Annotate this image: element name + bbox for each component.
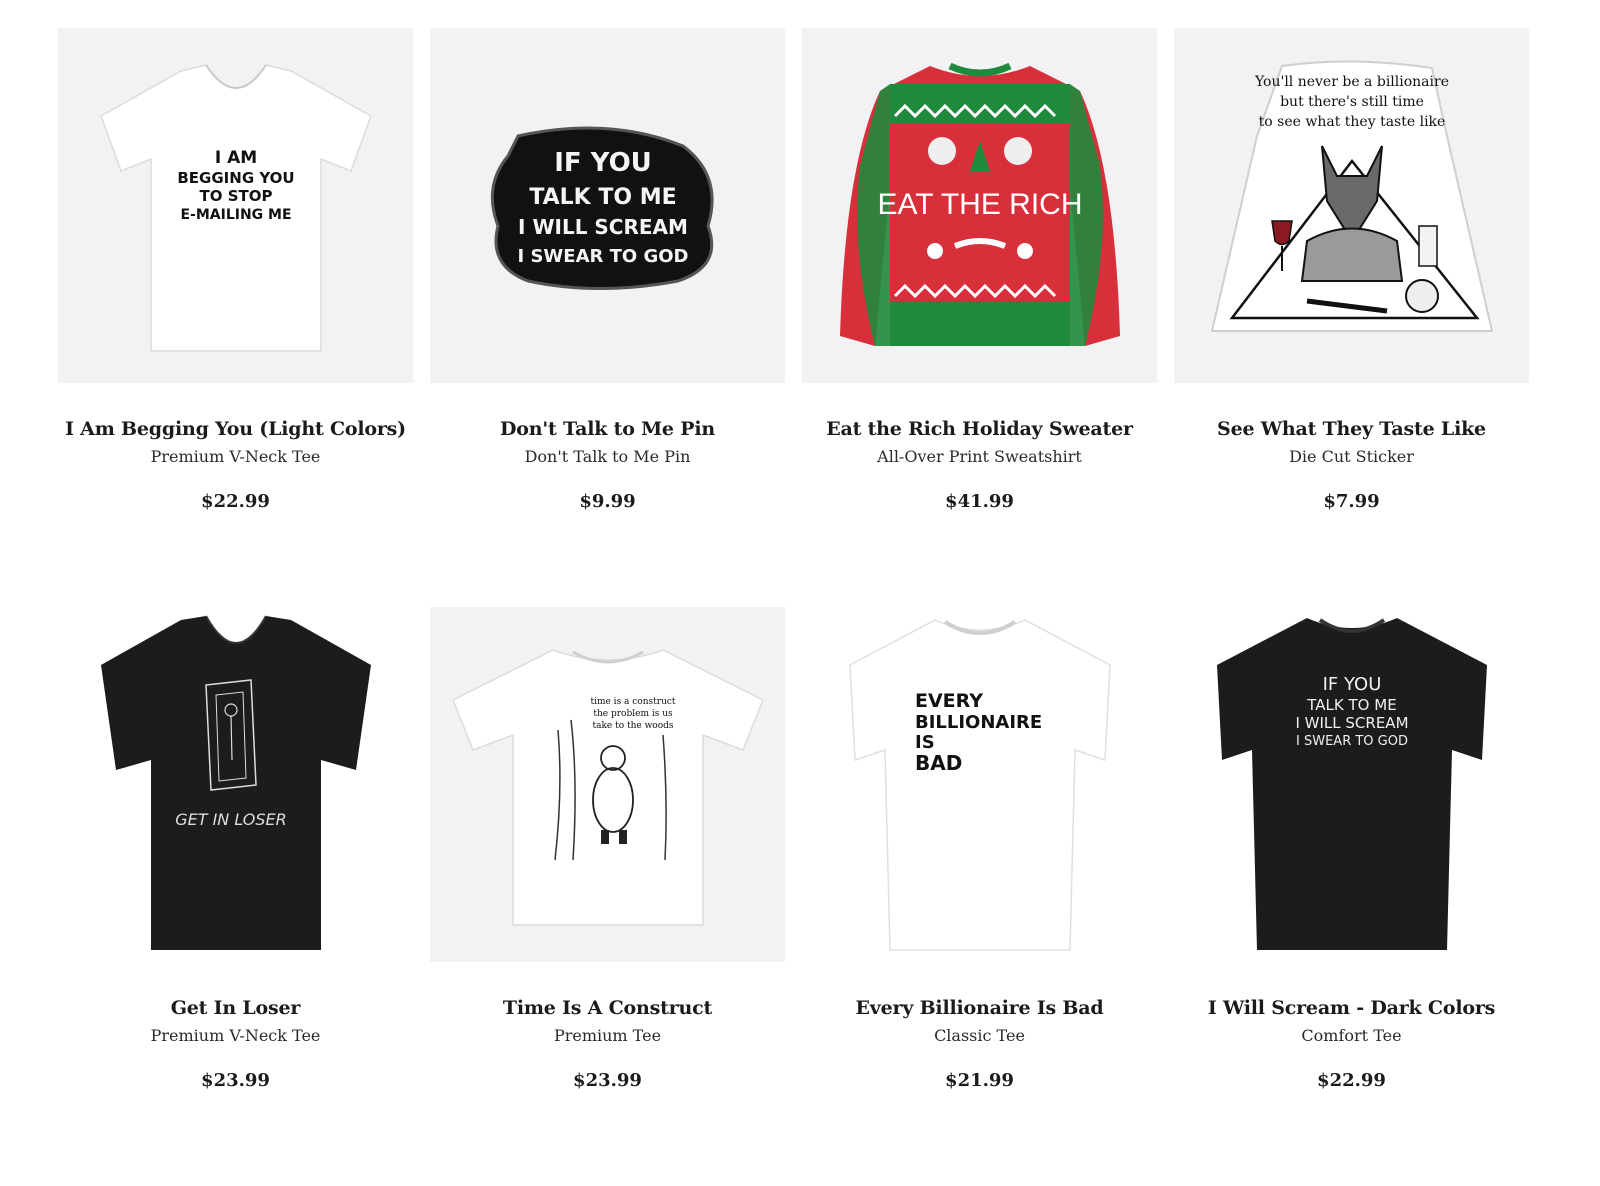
art-line: BAD <box>915 751 962 775</box>
art-line: GET IN LOSER <box>175 810 287 829</box>
art-line: BEGGING YOU <box>177 169 294 187</box>
wolf-sticker-icon: You'll never be a billionaire but there'… <box>1210 59 1493 332</box>
product-card[interactable]: IF YOU TALK TO ME I WILL SCREAM I SWEAR … <box>430 28 785 607</box>
black-tee-icon: IF YOU TALK TO ME I WILL SCREAM I SWEAR … <box>1216 617 1487 950</box>
art-line: I SWEAR TO GOD <box>517 246 688 267</box>
product-type: Comfort Tee <box>1301 1026 1402 1045</box>
art-line: TO STOP <box>199 187 272 205</box>
product-title[interactable]: Time Is A Construct <box>430 996 785 1020</box>
product-price: $22.99 <box>1317 1070 1386 1091</box>
product-type: All-Over Print Sweatshirt <box>877 447 1082 466</box>
art-line: I WILL SCREAM <box>518 215 688 239</box>
product-title[interactable]: I Will Scream - Dark Colors <box>1174 996 1529 1020</box>
product-card[interactable]: I AM BEGGING YOU TO STOP E-MAILING ME I … <box>58 28 413 607</box>
white-vneck-tee-icon: I AM BEGGING YOU TO STOP E-MAILING ME <box>99 63 372 352</box>
product-type: Die Cut Sticker <box>1289 447 1414 466</box>
art-line: IS <box>915 732 935 753</box>
product-card[interactable]: IF YOU TALK TO ME I WILL SCREAM I SWEAR … <box>1174 607 1529 1186</box>
art-line: TALK TO ME <box>1306 696 1396 714</box>
art-line: IF YOU <box>554 148 652 178</box>
art-line: IF YOU <box>1322 674 1381 695</box>
product-type: Premium V-Neck Tee <box>150 447 321 466</box>
product-image[interactable]: time is a construct the problem is us ta… <box>430 607 785 962</box>
white-tee-icon: time is a construct the problem is us ta… <box>451 648 764 926</box>
product-image[interactable]: GET IN LOSER <box>58 607 413 962</box>
product-image[interactable]: EAT THE RICH <box>802 28 1157 383</box>
black-vneck-tee-icon: GET IN LOSER <box>100 615 371 950</box>
art-line: TALK TO ME <box>529 185 676 210</box>
art-line: I AM <box>214 148 256 168</box>
product-title[interactable]: Every Billionaire Is Bad <box>802 996 1157 1020</box>
product-price: $21.99 <box>945 1070 1014 1091</box>
product-title[interactable]: Eat the Rich Holiday Sweater <box>802 417 1157 441</box>
product-image[interactable]: You'll never be a billionaire but there'… <box>1174 28 1529 383</box>
art-line: BILLIONAIRE <box>915 712 1042 733</box>
art-line: I WILL SCREAM <box>1295 714 1408 732</box>
product-title[interactable]: Get In Loser <box>58 996 413 1020</box>
product-type: Classic Tee <box>934 1026 1025 1045</box>
product-title[interactable]: See What They Taste Like <box>1174 417 1529 441</box>
product-price: $23.99 <box>573 1070 642 1091</box>
holiday-sweater-icon: EAT THE RICH <box>839 62 1120 346</box>
product-price: $23.99 <box>201 1070 270 1091</box>
product-price: $7.99 <box>1323 491 1380 512</box>
product-price: $9.99 <box>579 491 636 512</box>
product-type: Premium Tee <box>553 1026 662 1045</box>
art-line: EVERY <box>915 690 983 712</box>
product-price: $41.99 <box>945 491 1014 512</box>
product-grid: I AM BEGGING YOU TO STOP E-MAILING ME I … <box>58 28 1540 1186</box>
product-image[interactable]: I AM BEGGING YOU TO STOP E-MAILING ME <box>58 28 413 383</box>
product-title[interactable]: I Am Begging You (Light Colors) <box>58 417 413 441</box>
product-card[interactable]: GET IN LOSER Get In Loser Premium V-Neck… <box>58 607 413 1186</box>
product-image[interactable]: IF YOU TALK TO ME I WILL SCREAM I SWEAR … <box>1174 607 1529 962</box>
art-line: time is a construct <box>590 697 675 707</box>
white-tee-icon: EVERY BILLIONAIRE IS BAD <box>848 618 1111 951</box>
product-card[interactable]: EVERY BILLIONAIRE IS BAD Every Billionai… <box>802 607 1157 1186</box>
product-card[interactable]: You'll never be a billionaire but there'… <box>1174 28 1529 607</box>
product-price: $22.99 <box>201 491 270 512</box>
product-image[interactable]: EVERY BILLIONAIRE IS BAD <box>802 607 1157 962</box>
product-type: Don't Talk to Me Pin <box>524 447 691 466</box>
art-line: E-MAILING ME <box>180 207 291 223</box>
product-card[interactable]: time is a construct the problem is us ta… <box>430 607 785 1186</box>
product-title[interactable]: Don't Talk to Me Pin <box>430 417 785 441</box>
art-line: the problem is us <box>593 709 673 719</box>
art-line: take to the woods <box>592 721 673 731</box>
art-line: to see what they taste like <box>1258 114 1445 130</box>
enamel-pin-icon: IF YOU TALK TO ME I WILL SCREAM I SWEAR … <box>490 126 714 290</box>
product-type: Premium V-Neck Tee <box>150 1026 321 1045</box>
art-line: EAT THE RICH <box>877 188 1082 221</box>
art-line: I SWEAR TO GOD <box>1296 734 1408 749</box>
art-line: You'll never be a billionaire <box>1254 74 1449 90</box>
product-image[interactable]: IF YOU TALK TO ME I WILL SCREAM I SWEAR … <box>430 28 785 383</box>
product-card[interactable]: EAT THE RICH Eat the Rich Holiday Sweate… <box>802 28 1157 607</box>
art-line: but there's still time <box>1280 94 1424 110</box>
